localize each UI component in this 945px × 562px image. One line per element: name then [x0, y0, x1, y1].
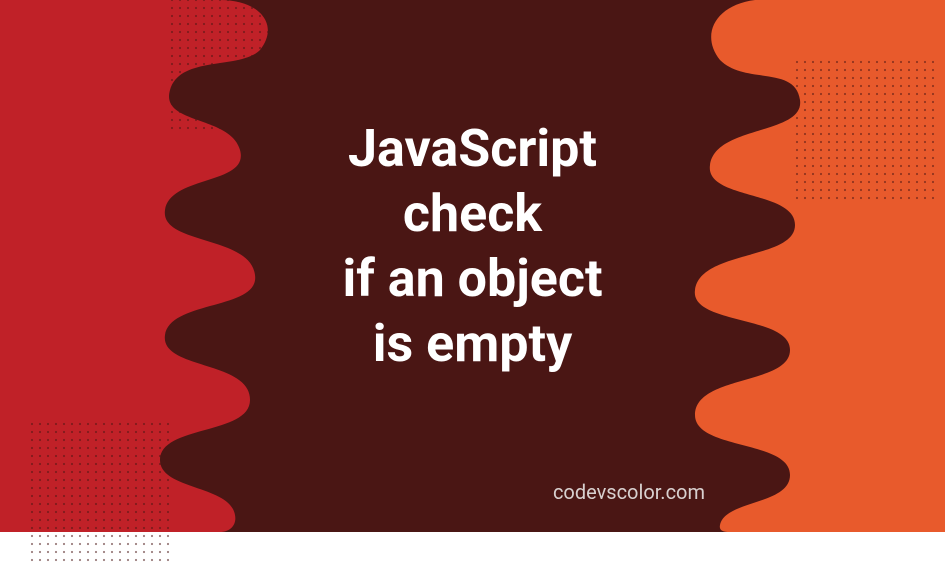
watermark-text: codevscolor.com — [553, 480, 705, 504]
title-line-4: is empty — [373, 311, 573, 376]
title-container: JavaScript check if an object is empty — [0, 0, 945, 532]
title-line-1: JavaScript — [348, 116, 597, 181]
banner-canvas: JavaScript check if an object is empty c… — [0, 0, 945, 532]
title-line-3: if an object — [342, 246, 602, 311]
title-line-2: check — [403, 181, 542, 246]
